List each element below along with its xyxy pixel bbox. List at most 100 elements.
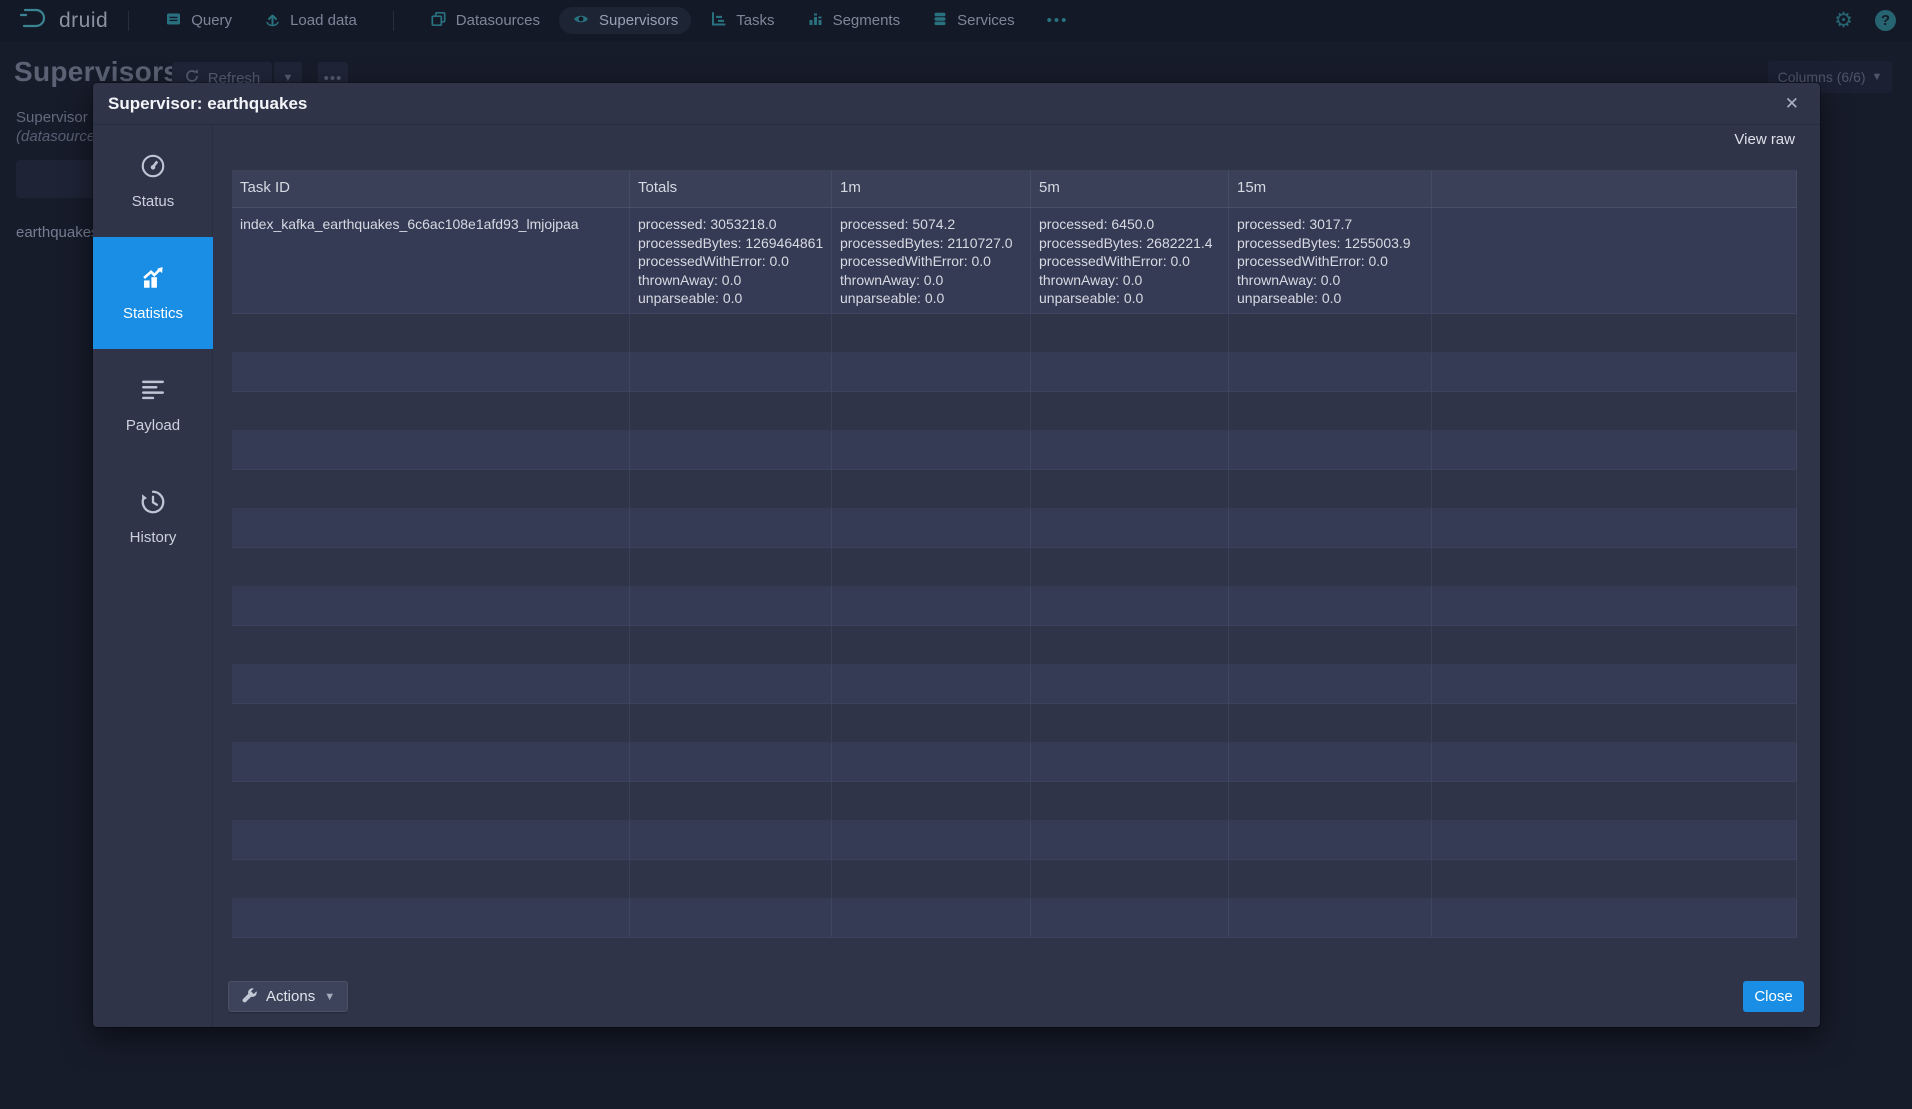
nav-item-query[interactable]: Query	[152, 7, 245, 34]
empty-cell	[832, 314, 1031, 352]
empty-cell	[832, 899, 1031, 937]
table-empty-row	[232, 548, 1797, 587]
empty-cell	[832, 587, 1031, 625]
empty-cell	[1031, 353, 1229, 391]
empty-cell	[630, 392, 832, 430]
table-empty-row	[232, 587, 1797, 626]
close-icon[interactable]: ✕	[1779, 92, 1805, 116]
datasources-icon	[430, 11, 447, 31]
empty-cell	[1229, 860, 1432, 898]
cell-task-id: index_kafka_earthquakes_6c6ac108e1afd93_…	[232, 208, 630, 313]
column-header-totals[interactable]: Totals	[630, 170, 832, 207]
empty-cell	[1229, 626, 1432, 664]
load-data-icon	[264, 11, 281, 31]
tab-payload[interactable]: Payload	[93, 349, 213, 461]
empty-cell	[1432, 821, 1797, 859]
empty-cell	[832, 743, 1031, 781]
empty-cell	[1229, 743, 1432, 781]
tab-label: Payload	[126, 417, 180, 434]
empty-cell	[1432, 665, 1797, 703]
druid-logo[interactable]: druid	[18, 6, 108, 35]
empty-cell	[1229, 353, 1432, 391]
empty-cell	[1432, 704, 1797, 742]
nav-item-supervisors[interactable]: Supervisors	[559, 7, 691, 34]
chevron-down-icon: ▼	[1872, 71, 1883, 83]
empty-cell	[630, 704, 832, 742]
align-left-icon	[140, 377, 166, 407]
empty-cell	[630, 821, 832, 859]
empty-cell	[1229, 470, 1432, 508]
dialog-tab-rail: Status Statistics Payload History	[93, 125, 213, 1027]
table-empty-row	[232, 782, 1797, 821]
empty-cell	[630, 548, 832, 586]
column-header-task-id[interactable]: Task ID	[232, 170, 630, 207]
tab-statistics[interactable]: Statistics	[93, 237, 213, 349]
empty-cell	[232, 821, 630, 859]
empty-cell	[1432, 899, 1797, 937]
empty-cell	[1031, 470, 1229, 508]
empty-cell	[232, 470, 630, 508]
table-empty-row	[232, 821, 1797, 860]
help-icon[interactable]: ?	[1875, 10, 1896, 31]
nav-item-label: Segments	[833, 12, 901, 29]
wrench-icon	[241, 987, 257, 1007]
column-header-filler	[1432, 170, 1797, 207]
empty-cell	[1229, 392, 1432, 430]
nav-item-load-data[interactable]: Load data	[251, 7, 370, 34]
column-header-15m[interactable]: 15m	[1229, 170, 1432, 207]
query-icon	[165, 11, 182, 31]
nav-item-label: Tasks	[736, 12, 774, 29]
empty-cell	[1229, 782, 1432, 820]
tab-label: Statistics	[123, 305, 183, 322]
table-header-row: Task ID Totals 1m 5m 15m	[232, 170, 1797, 208]
nav-item-datasources[interactable]: Datasources	[417, 7, 553, 34]
empty-cell	[232, 860, 630, 898]
empty-cell	[832, 431, 1031, 469]
empty-cell	[232, 782, 630, 820]
empty-cell	[630, 743, 832, 781]
nav-item-more[interactable]: •••	[1034, 7, 1082, 34]
nav-separator	[393, 11, 394, 31]
gear-icon[interactable]: ⚙	[1834, 10, 1853, 31]
empty-cell	[1432, 626, 1797, 664]
empty-cell	[232, 626, 630, 664]
nav-item-tasks[interactable]: Tasks	[697, 7, 787, 34]
gauge-icon	[140, 153, 166, 183]
nav-item-segments[interactable]: Segments	[794, 7, 914, 34]
close-button[interactable]: Close	[1743, 981, 1804, 1012]
table-empty-row	[232, 353, 1797, 392]
empty-cell	[1229, 509, 1432, 547]
nav-item-services[interactable]: Services	[919, 7, 1028, 34]
column-header-1m[interactable]: 1m	[832, 170, 1031, 207]
dialog-title: Supervisor: earthquakes	[108, 94, 307, 114]
nav-item-label: Load data	[290, 12, 357, 29]
empty-cell	[832, 704, 1031, 742]
column-header-5m[interactable]: 5m	[1031, 170, 1229, 207]
supervisors-eye-icon	[572, 11, 590, 31]
empty-cell	[630, 665, 832, 703]
actions-button[interactable]: Actions ▼	[228, 981, 348, 1012]
empty-cell	[832, 353, 1031, 391]
background-supervisor-row[interactable]: earthquakes	[16, 224, 99, 241]
tab-history[interactable]: History	[93, 461, 213, 573]
view-raw-link[interactable]: View raw	[1734, 131, 1795, 148]
nav-item-label: Datasources	[456, 12, 540, 29]
cell-filler	[1432, 208, 1797, 313]
cell-5m: processed: 6450.0 processedBytes: 268222…	[1031, 208, 1229, 313]
chart-arrow-icon	[140, 265, 166, 295]
more-icon: •••	[1047, 12, 1069, 29]
tab-status[interactable]: Status	[93, 125, 213, 237]
empty-cell	[630, 626, 832, 664]
empty-cell	[232, 509, 630, 547]
empty-cell	[1031, 899, 1229, 937]
empty-cell	[1229, 431, 1432, 469]
empty-cell	[232, 743, 630, 781]
empty-cell	[630, 782, 832, 820]
empty-cell	[1432, 782, 1797, 820]
empty-cell	[832, 509, 1031, 547]
empty-cell	[1031, 743, 1229, 781]
tasks-icon	[710, 11, 727, 31]
empty-cell	[832, 548, 1031, 586]
table-empty-row	[232, 899, 1797, 938]
history-clock-icon	[140, 489, 166, 519]
